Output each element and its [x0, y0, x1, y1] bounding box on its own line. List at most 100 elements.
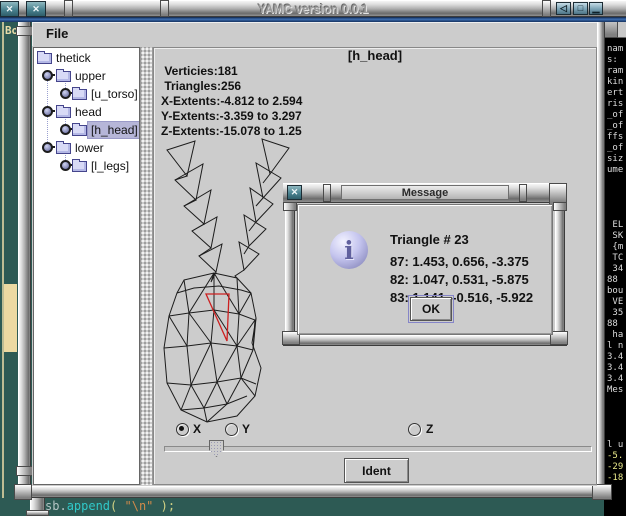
terminal-text-line: 88 — [607, 275, 626, 286]
folder-icon — [56, 143, 71, 154]
terminal-text-line — [607, 418, 626, 429]
terminal-text-line: _of — [607, 121, 626, 132]
tree-item-upper[interactable]: upper — [34, 67, 139, 85]
terminal-text-line: -18 — [607, 473, 626, 484]
menu-file[interactable]: File — [46, 26, 68, 41]
terminal-text-line — [607, 176, 626, 187]
axis-radio-x[interactable] — [176, 423, 189, 436]
code-token: ( — [110, 499, 124, 513]
frame-left-pipe — [18, 22, 31, 490]
axis-radio-y[interactable] — [225, 423, 238, 436]
terminal-text-line: -29 — [607, 462, 626, 473]
ok-button[interactable]: OK — [410, 297, 452, 321]
frame-bottom-pipe — [14, 486, 610, 498]
frame-bottom-left-elbow — [14, 484, 32, 500]
tree-item-head[interactable]: head — [34, 103, 139, 121]
terminal-text-line: ffs — [607, 132, 626, 143]
terminal-text-line — [607, 407, 626, 418]
tree-item-h_head[interactable]: [h_head] — [34, 121, 139, 139]
model-info-line: Triangles:256 — [161, 79, 302, 94]
axis-radio-group: X Y Z — [154, 422, 596, 438]
titlebar-joint-3 — [542, 0, 551, 17]
window-close-button[interactable]: ✕ — [26, 1, 46, 17]
tree-item-l_legs[interactable]: [l_legs] — [34, 157, 139, 175]
background-window-close-button[interactable]: ✕ — [0, 1, 19, 17]
background-terminal-right: e nams:ramkinertris_of_offfs_ofsizume EL… — [604, 0, 626, 516]
titlebar-joint-1 — [64, 0, 73, 17]
terminal-text-line: siz — [607, 154, 626, 165]
axis-radio-label: Y — [242, 422, 250, 436]
tree-expand-knob[interactable] — [42, 142, 53, 153]
model-info-line: Y-Extents:-3.359 to 3.297 — [161, 109, 302, 124]
tree-item-label: [l_legs] — [88, 158, 132, 174]
terminal-text-line: bou — [607, 286, 626, 297]
dialog-body: i Triangle # 23 87: 1.453, 0.656, -3.375… — [297, 204, 553, 335]
frame-bottom-left-foot — [26, 510, 49, 516]
tree-expand-knob[interactable] — [60, 160, 71, 171]
code-line: sb.append( "\n" ); — [45, 499, 175, 513]
terminal-text-line: _of — [607, 143, 626, 154]
dialog-close-button[interactable]: ✕ — [287, 185, 302, 200]
window-minimize-button[interactable]: ▁ — [589, 2, 603, 15]
frame-left-joint-low — [16, 466, 33, 476]
dialog-flange-top-left — [283, 202, 297, 211]
tree-item-label: lower — [72, 140, 107, 156]
tree-expand-knob[interactable] — [42, 70, 53, 81]
window-titlebar[interactable]: YAMC version 0.0.1 — [0, 0, 626, 17]
terminal-text-line: EL — [607, 220, 626, 231]
window-shade-button[interactable]: ◁ — [556, 2, 571, 15]
terminal-text-line — [607, 198, 626, 209]
tree-item-label: [h_head] — [88, 122, 140, 138]
terminal-text-line: ram — [607, 66, 626, 77]
terminal-text-line: l n — [607, 341, 626, 352]
tree-item-thetick[interactable]: thetick — [34, 49, 139, 67]
slider-thumb[interactable] — [209, 440, 224, 457]
tree-expand-knob[interactable] — [42, 106, 53, 117]
terminal-text-line: 35 — [607, 308, 626, 319]
folder-icon — [56, 71, 71, 82]
dialog-bottom-pipe — [283, 335, 567, 346]
dialog-title: Message — [402, 187, 448, 199]
tree-item-lower[interactable]: lower — [34, 139, 139, 157]
terminal-text-line: VE — [607, 297, 626, 308]
terminal-text-line: s: — [607, 55, 626, 66]
split-divider[interactable] — [140, 47, 153, 485]
ident-button[interactable]: Ident — [344, 458, 409, 483]
window-maximize-button[interactable]: □ — [573, 2, 588, 15]
tree-item-label: head — [72, 104, 105, 120]
titlebar-joint-2 — [160, 0, 169, 17]
message-dialog: Message ✕ i Triangle # 23 87: 1.453, 0.6… — [283, 183, 567, 346]
screen: Bo e nams:ramkinertris_of_offfs_ofsizume… — [0, 0, 626, 516]
code-token: append — [67, 499, 110, 513]
terminal-text-line — [607, 209, 626, 220]
dialog-title-segment: Message — [341, 185, 509, 200]
slider-track[interactable] — [164, 446, 592, 452]
terminal-text-line: 88 — [607, 319, 626, 330]
dialog-titlebar-joint-right — [519, 184, 527, 202]
folder-icon — [72, 125, 87, 136]
axis-radio-label: Z — [426, 422, 433, 436]
terminal-text-line: Mes — [607, 385, 626, 396]
tree-item-label: [u_torso] — [88, 86, 140, 102]
dialog-flange-top-right — [553, 202, 567, 211]
model-info-line: Verticies:181 — [161, 64, 302, 79]
tree-item-label: upper — [72, 68, 109, 84]
window-title: YAMC version 0.0.1 — [0, 1, 626, 17]
axis-radio-z[interactable] — [408, 423, 421, 436]
terminal-text-line: -5. — [607, 451, 626, 462]
axis-radio-label: X — [193, 422, 201, 436]
terminal-text-line: nam — [607, 44, 626, 55]
terminal-text-line: 3.4 — [607, 374, 626, 385]
left-terminal-border-line — [2, 18, 4, 516]
tree-item-u_torso[interactable]: [u_torso] — [34, 85, 139, 103]
dialog-vertex-line: 87: 1.453, 0.656, -3.375 — [390, 253, 533, 271]
dialog-left-pipe — [285, 203, 295, 335]
left-terminal-scrollbar-thumb[interactable] — [4, 284, 17, 352]
right-terminal-text: nams:ramkinertris_of_offfs_ofsizume EL S… — [607, 44, 626, 484]
tree-expand-knob[interactable] — [60, 88, 71, 99]
terminal-text-line: ume — [607, 165, 626, 176]
model-info: Verticies:181 Triangles:256X-Extents:-4.… — [161, 64, 302, 139]
tree-expand-knob[interactable] — [60, 124, 71, 135]
terminal-text-line: l u — [607, 440, 626, 451]
terminal-text-line: 34 — [607, 264, 626, 275]
